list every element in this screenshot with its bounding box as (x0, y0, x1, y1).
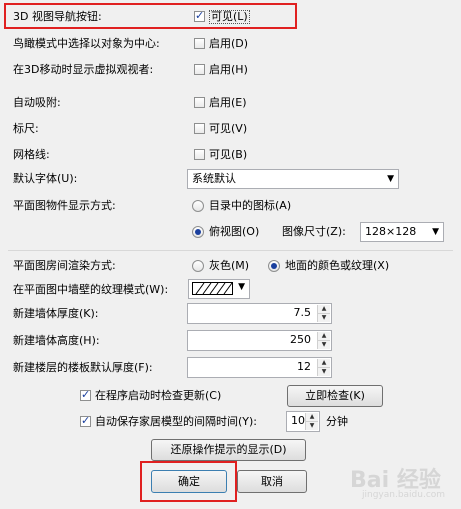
check-updates-checkbox[interactable]: ✓ (80, 388, 91, 401)
aerial-center-option[interactable]: 启用(D) (209, 37, 248, 51)
floor-thickness-label: 新建楼层的楼板默认厚度(F): (13, 361, 153, 374)
default-font-select[interactable]: 系统默认 ▼ (187, 169, 399, 189)
spin-down-icon[interactable]: ▼ (306, 422, 318, 431)
floor-thickness-field[interactable]: 12 ▲ ▼ (187, 357, 332, 378)
default-font-label: 默认字体(U): (13, 172, 78, 185)
wall-pattern-select[interactable]: ▼ (188, 279, 250, 299)
highlight-box-top (4, 3, 297, 29)
ruler-label: 标尺: (13, 122, 39, 135)
auto-save-label[interactable]: 自动保存家居模型的间隔时间(Y): (95, 415, 257, 429)
plan-display-catalog-option[interactable]: 目录中的图标(A) (209, 199, 291, 213)
room-render-floor-option[interactable]: 地面的颜色或纹理(X) (285, 259, 389, 273)
icon-size-select[interactable]: 128×128 ▼ (360, 222, 444, 242)
auto-snap-checkbox[interactable] (194, 97, 205, 108)
wall-thickness-value: 7.5 (293, 306, 312, 319)
floor-thickness-spinner[interactable]: ▲ ▼ (317, 359, 330, 376)
check-icon: ✓ (81, 388, 91, 401)
check-now-button[interactable]: 立即检查(K) (287, 385, 383, 407)
spin-down-icon[interactable]: ▼ (318, 314, 330, 323)
floor-thickness-value: 12 (297, 360, 311, 373)
plan-display-top-option[interactable]: 俯视图(O) (209, 225, 259, 239)
icon-size-value: 128×128 (365, 225, 417, 238)
default-font-value: 系统默认 (192, 172, 236, 185)
auto-snap-label: 自动吸附: (13, 96, 61, 109)
watermark-sub: jingyan.baidu.com (362, 490, 446, 500)
room-render-gray-option[interactable]: 灰色(M) (209, 259, 249, 273)
spin-up-icon[interactable]: ▲ (318, 305, 330, 314)
spin-up-icon[interactable]: ▲ (318, 359, 330, 368)
check-updates-label[interactable]: 在程序启动时检查更新(C) (95, 389, 221, 403)
wall-thickness-spinner[interactable]: ▲ ▼ (317, 305, 330, 322)
highlight-box-ok (140, 461, 237, 502)
cancel-button[interactable]: 取消 (237, 470, 307, 493)
ruler-option[interactable]: 可见(V) (209, 122, 247, 136)
separator (8, 250, 453, 251)
virtual-viewer-label: 在3D移动时显示虚拟观视者: (13, 63, 154, 76)
room-render-floor-radio[interactable] (268, 260, 280, 272)
spin-up-icon[interactable]: ▲ (318, 332, 330, 341)
virtual-viewer-option[interactable]: 启用(H) (209, 63, 248, 77)
chevron-down-icon: ▼ (432, 227, 439, 237)
plan-display-top-radio[interactable] (192, 226, 204, 238)
auto-save-checkbox[interactable]: ✓ (80, 414, 91, 427)
wall-height-spinner[interactable]: ▲ ▼ (317, 332, 330, 349)
auto-save-interval-field[interactable]: 10 ▲ ▼ (286, 411, 320, 432)
plan-display-label: 平面图物件显示方式: (13, 199, 116, 212)
spin-down-icon[interactable]: ▼ (318, 341, 330, 350)
virtual-viewer-checkbox[interactable] (194, 64, 205, 75)
aerial-center-label: 鸟瞰模式中选择以对象为中心: (13, 37, 160, 50)
room-render-gray-radio[interactable] (192, 260, 204, 272)
auto-save-unit: 分钟 (326, 415, 348, 428)
chevron-down-icon: ▼ (387, 174, 394, 184)
room-render-label: 平面图房间渲染方式: (13, 259, 116, 272)
ruler-checkbox[interactable] (194, 123, 205, 134)
aerial-center-checkbox[interactable] (194, 38, 205, 49)
auto-save-interval-value: 10 (291, 414, 305, 427)
wall-thickness-field[interactable]: 7.5 ▲ ▼ (187, 303, 332, 324)
wall-pattern-label: 在平面图中墙壁的纹理模式(W): (13, 283, 169, 296)
icon-size-label: 图像尺寸(Z): (282, 225, 346, 238)
wall-height-field[interactable]: 250 ▲ ▼ (187, 330, 332, 351)
auto-save-interval-spinner[interactable]: ▲ ▼ (305, 413, 318, 430)
plan-display-catalog-radio[interactable] (192, 200, 204, 212)
grid-label: 网格线: (13, 148, 50, 161)
auto-snap-option[interactable]: 启用(E) (209, 96, 247, 110)
grid-checkbox[interactable] (194, 149, 205, 160)
wall-thickness-label: 新建墙体厚度(K): (13, 307, 99, 320)
chevron-down-icon: ▼ (238, 282, 245, 292)
spin-up-icon[interactable]: ▲ (306, 413, 318, 422)
grid-option[interactable]: 可见(B) (209, 148, 247, 162)
wall-height-label: 新建墙体高度(H): (13, 334, 100, 347)
hatch-pattern-icon (192, 282, 233, 295)
wall-height-value: 250 (290, 333, 311, 346)
restore-tips-button[interactable]: 还原操作提示的显示(D) (151, 439, 306, 461)
spin-down-icon[interactable]: ▼ (318, 368, 330, 377)
check-icon: ✓ (81, 414, 91, 427)
